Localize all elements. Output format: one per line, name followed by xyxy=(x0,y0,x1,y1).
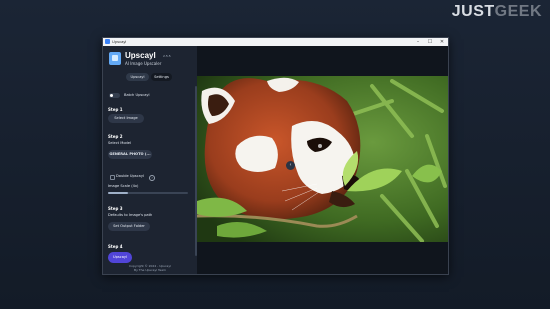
app-version: 2.5.5 xyxy=(163,54,171,58)
double-upscayl-checkbox[interactable] xyxy=(110,175,115,180)
set-output-folder-button[interactable]: Set Output Folder xyxy=(108,222,150,231)
double-upscayl-label: Double Upscayl xyxy=(116,174,144,178)
step-2-title: Step 2 xyxy=(108,134,123,139)
step-4-title: Step 4 xyxy=(108,244,123,249)
upscayl-button[interactable]: Upscayl xyxy=(108,252,132,263)
watermark-geek: GEEK xyxy=(494,3,542,20)
app-window: Upscayl – ☐ ✕ Upscayl 2.5.5 AI Image Ups… xyxy=(102,37,449,275)
tab-upscayl[interactable]: Upscayl xyxy=(126,73,149,81)
image-preview-area: ‹ ⚒ xyxy=(197,46,448,274)
select-image-button[interactable]: Select Image xyxy=(108,114,144,123)
maximize-button[interactable]: ☐ xyxy=(424,38,436,46)
toggle-knob xyxy=(110,94,113,97)
watermark-logo: JUSTGEEK xyxy=(452,3,542,21)
app-subtitle: AI Image Upscaler xyxy=(125,61,162,66)
step-3-title: Step 3 xyxy=(108,206,123,211)
output-path-desc: Defaults to Image's path xyxy=(108,213,153,217)
collapse-sidebar-button[interactable]: ‹ xyxy=(286,161,295,170)
slider-fill xyxy=(108,192,128,194)
step-1-title: Step 1 xyxy=(108,107,123,112)
model-select[interactable]: GENERAL PHOTO (... xyxy=(108,150,152,159)
image-scale-label: Image Scale (4x) xyxy=(108,184,139,188)
red-panda-photo xyxy=(197,76,448,242)
title-bar: Upscayl – ☐ ✕ xyxy=(103,38,448,46)
sidebar: Upscayl 2.5.5 AI Image Upscaler Upscayl … xyxy=(103,46,197,274)
upscayl-logo-icon xyxy=(109,52,121,65)
copyright-line-2: By The Upscayl Team xyxy=(134,268,166,272)
batch-label: Batch Upscayl xyxy=(124,93,150,97)
watermark-just: JUST xyxy=(451,3,495,20)
chevron-left-icon: ‹ xyxy=(289,162,292,168)
window-title: Upscayl xyxy=(112,39,127,44)
batch-toggle[interactable] xyxy=(109,93,120,98)
select-model-label: Select Model xyxy=(108,141,132,145)
tab-settings[interactable]: Settings xyxy=(151,73,172,81)
image-scale-slider[interactable] xyxy=(108,192,188,194)
info-icon[interactable]: ? xyxy=(149,175,155,181)
minimize-button[interactable]: – xyxy=(412,38,424,46)
app-name: Upscayl xyxy=(125,51,156,60)
close-button[interactable]: ✕ xyxy=(436,38,448,46)
app-icon xyxy=(105,39,110,44)
